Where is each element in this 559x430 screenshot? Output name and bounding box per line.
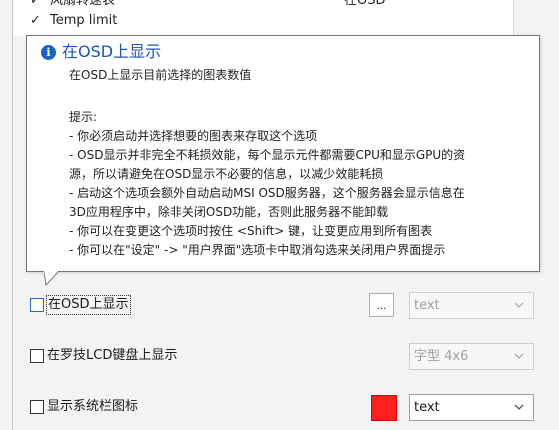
list-item[interactable]: ✓ 风扇转速表 在OSD [14,0,513,10]
tray-icon-type-value: text [414,400,440,415]
tooltip-line: - 你可以在"设定" -> "用户界面"选项卡中取消勾选来关闭用户界面提示 [69,243,446,257]
option-show-on-lcd: 在罗技LCD键盘上显示 字型 4x6 [30,343,550,370]
show-in-osd-checkbox[interactable] [30,298,44,312]
show-tray-icon-checkbox[interactable] [30,400,44,414]
lcd-font-value: 字型 4x6 [414,349,469,364]
list-item-value: 在OSD [344,0,386,8]
show-on-lcd-checkbox[interactable] [30,349,44,363]
tooltip-subtitle: 在OSD上显示目前选择的图表数值 [69,68,252,82]
tooltip-title-text: 在OSD上显示 [62,42,162,61]
list-item-name: 风扇转速表 [50,0,116,8]
tray-icon-type-dropdown[interactable]: text [409,394,534,421]
tooltip-line: 提示: [69,110,98,124]
option-show-in-osd: 在OSD上显示 ... text [30,292,550,319]
show-on-lcd-label[interactable]: 在罗技LCD键盘上显示 [47,347,177,365]
osd-format-value: text [414,298,440,313]
tooltip-body: 提示: - 你必须启动并选择想要的图表来存取这个选项 - OSD显示并非完全不耗… [69,108,535,260]
tooltip-line: 源，所以请避免在OSD显示不必要的信息，以减少效能耗损 [69,167,384,181]
tooltip-line: 3D应用程序中，除非关闭OSD功能，否则此服务器不能卸载 [69,205,389,219]
option-show-tray-icon: 显示系统栏图标 text [30,394,550,421]
check-icon: ✓ [30,13,41,28]
chevron-down-icon [514,353,524,359]
tray-icon-color-swatch[interactable] [371,395,397,421]
graph-list[interactable]: ✓ 风扇转速表 在OSD ✓ Temp limit [14,0,514,36]
tooltip-line: - 你必须启动并选择想要的图表来存取这个选项 [69,129,318,143]
chevron-down-icon [514,302,524,308]
chevron-down-icon [514,404,524,410]
tooltip-tail [44,271,59,287]
show-in-osd-label[interactable]: 在OSD上显示 [46,295,131,315]
tooltip-line: - 你可以在变更这个选项时按住 <Shift> 键，让变更应用到所有图表 [69,224,433,238]
osd-format-dropdown[interactable]: text [409,292,534,319]
show-tray-icon-label[interactable]: 显示系统栏图标 [47,398,138,416]
help-tooltip: i 在OSD上显示 在OSD上显示目前选择的图表数值 提示: - 你必须启动并选… [26,35,540,272]
info-icon: i [41,44,56,60]
check-icon: ✓ [30,0,41,8]
tooltip-line: - OSD显示并非完全不耗损效能，每个显示元件都需要CPU和显示GPU的资 [69,148,466,162]
list-item-name: Temp limit [50,13,118,28]
tooltip-line: - 启动这个选项会额外自动启动MSI OSD服务器，这个服务器会显示信息在 [69,186,465,200]
list-item[interactable]: ✓ Temp limit [14,12,513,30]
lcd-font-dropdown[interactable]: 字型 4x6 [409,343,534,370]
osd-settings-button[interactable]: ... [369,293,394,317]
tooltip-title: i 在OSD上显示 [41,41,161,63]
